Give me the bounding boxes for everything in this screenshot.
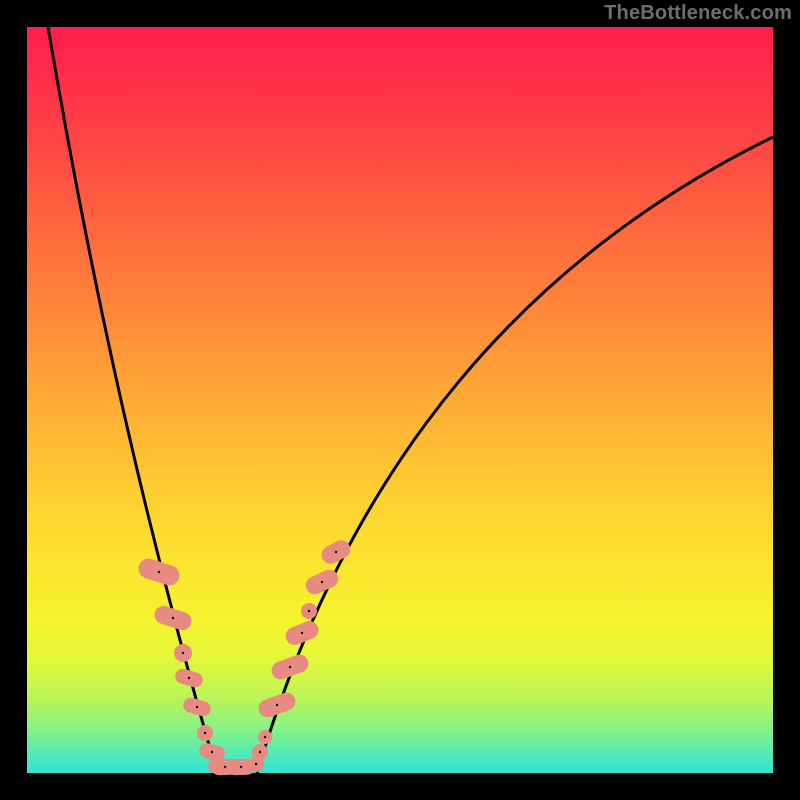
curves: [48, 27, 773, 773]
marker-dot-4: [196, 706, 198, 708]
curve-left-arm: [48, 27, 217, 773]
chart-frame: TheBottleneck.com: [0, 0, 800, 800]
marker-dot-8: [224, 766, 226, 768]
marker-dot-10: [255, 763, 257, 765]
marker-dot-1: [172, 617, 174, 619]
markers: [136, 537, 354, 775]
marker-dot-18: [335, 551, 337, 553]
marker-dot-12: [264, 736, 266, 738]
marker-dot-15: [301, 632, 303, 634]
marker-dot-9: [240, 766, 242, 768]
plot-area: [27, 27, 773, 773]
marker-dot-17: [321, 581, 323, 583]
marker-dot-0: [158, 571, 160, 573]
marker-dot-14: [289, 666, 291, 668]
marker-dot-3: [188, 677, 190, 679]
plot-svg: [27, 27, 773, 773]
marker-dot-2: [182, 652, 184, 654]
marker-dot-13: [276, 704, 278, 706]
marker-dot-5: [204, 732, 206, 734]
marker-dot-11: [259, 751, 261, 753]
marker-dot-16: [308, 610, 310, 612]
curve-right-arm: [257, 137, 773, 773]
watermark-text: TheBottleneck.com: [604, 2, 792, 25]
marker-dot-6: [211, 751, 213, 753]
